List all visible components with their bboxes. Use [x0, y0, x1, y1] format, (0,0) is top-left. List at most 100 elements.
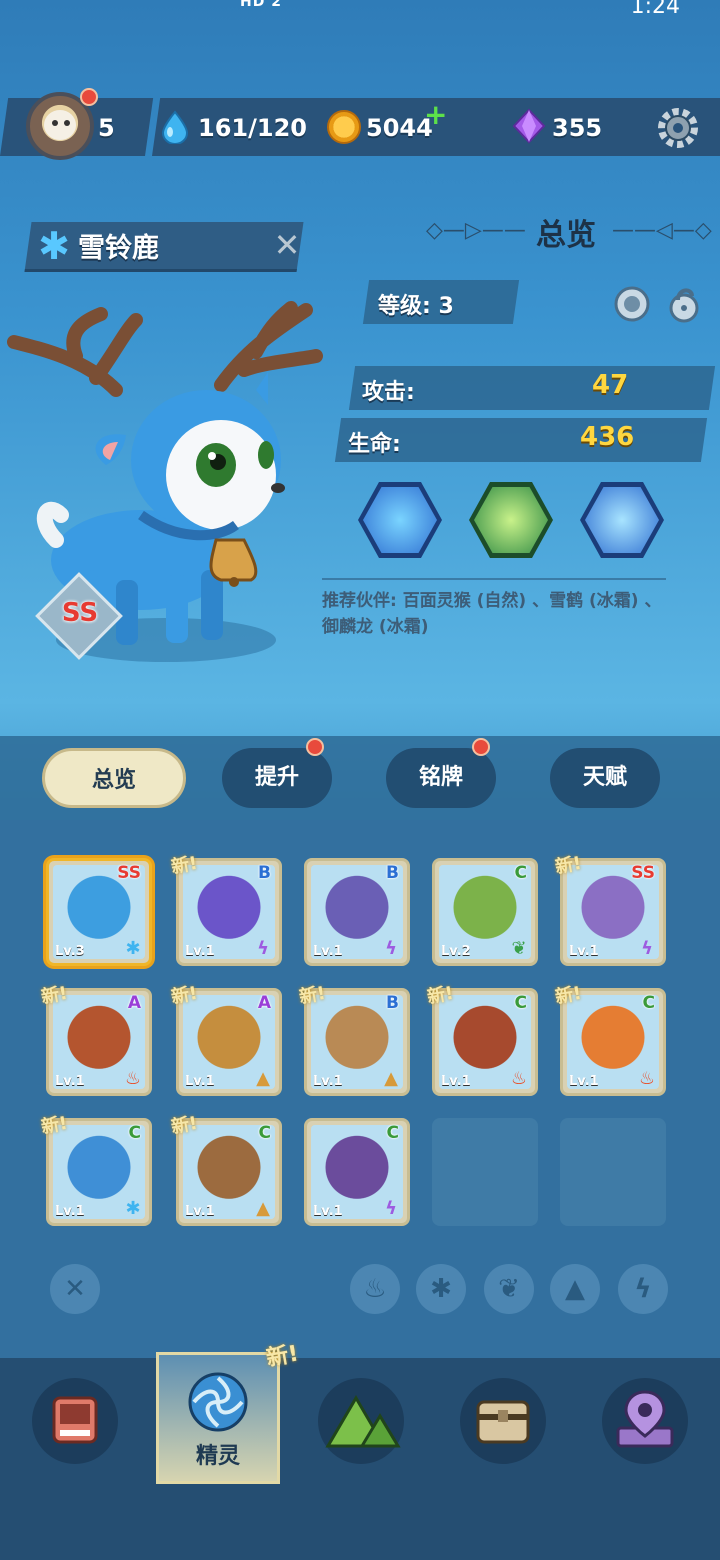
pet-rank: SS: [631, 863, 655, 883]
panel-title: 总览: [536, 218, 596, 253]
pet-level: Lv.1: [55, 1204, 85, 1219]
thunder-element-icon: ϟ: [641, 938, 653, 959]
pet-card[interactable]: C Lv.2 ❦: [432, 858, 538, 966]
mountain-icon: [325, 1395, 401, 1448]
paw-coin-icon: [327, 110, 361, 144]
pet-card[interactable]: C Lv.1 ♨ 新!: [554, 983, 666, 1096]
nav-device-button[interactable]: [32, 1378, 118, 1464]
add-coins-icon[interactable]: +: [424, 98, 447, 131]
status-bar: HD 2 1:24: [0, 0, 720, 22]
earth-element-icon: ▲: [256, 1198, 270, 1219]
pet-rank: C: [514, 993, 527, 1013]
tab-upgrade[interactable]: 提升: [222, 748, 332, 808]
avatar-notification-dot: [80, 88, 98, 106]
ice-element-icon: ✱: [125, 1198, 141, 1219]
map-pin-icon: [616, 1390, 674, 1448]
player-level: 5: [98, 114, 115, 142]
ice-element-icon: ✱: [125, 938, 141, 959]
panel-divider: [322, 578, 666, 580]
chest-icon: [476, 1400, 530, 1444]
pet-rank: C: [258, 1123, 271, 1143]
ring-icon[interactable]: [612, 284, 652, 324]
new-tag: 新!: [297, 982, 328, 1009]
pet-level: Lv.1: [185, 1204, 215, 1219]
clear-filter-button[interactable]: ✕: [50, 1264, 100, 1314]
pet-name: 雪铃鹿: [78, 233, 159, 264]
gem-icon: [512, 108, 546, 144]
nature-element-icon: ❦: [511, 938, 527, 959]
pet-card[interactable]: B Lv.1 ▲ 新!: [298, 983, 410, 1096]
gear-icon[interactable]: [655, 105, 701, 151]
pet-card[interactable]: C Lv.1 ♨ 新!: [426, 983, 538, 1096]
pet-card[interactable]: C Lv.1 ✱ 新!: [40, 1113, 152, 1226]
pet-card[interactable]: B Lv.1 ϟ: [304, 858, 410, 966]
new-tag: 新!: [169, 852, 200, 879]
avatar-face: [44, 110, 76, 140]
energy-counter: 161/120: [198, 114, 307, 142]
new-tag: 新!: [553, 852, 584, 879]
pet-rank: C: [514, 863, 527, 883]
avatar-eye: [52, 120, 58, 126]
thunder-element-icon: ϟ: [385, 938, 397, 959]
hp-value: 436: [580, 422, 635, 452]
pet-grade: SS: [61, 598, 99, 628]
pet-card[interactable]: B Lv.1 ϟ 新!: [170, 853, 282, 966]
pet-level: Lv.1: [441, 1074, 471, 1089]
skill-ice-swirl[interactable]: [580, 482, 664, 558]
fire-element-icon: ♨: [124, 1068, 142, 1089]
coin-counter: 5044: [366, 114, 433, 142]
pet-card[interactable]: SS Lv.3 ✱: [46, 858, 152, 966]
recommended-partners: 推荐伙伴: 百面灵猴 (自然) 、雪鹤 (冰霜) 、御麟龙 (冰霜): [322, 591, 662, 637]
lock-icon[interactable]: [664, 284, 704, 324]
pet-level: Lv.3: [55, 944, 85, 959]
pet-rank: A: [127, 993, 141, 1013]
pet-rank: C: [642, 993, 655, 1013]
upgrade-notification-dot: [306, 738, 324, 756]
device-icon: [52, 1396, 98, 1444]
thunder-element-icon: ϟ: [385, 1198, 397, 1219]
skill-ice-trio[interactable]: [358, 482, 442, 558]
tab-talent[interactable]: 天赋: [550, 748, 660, 808]
new-tag: 新!: [169, 982, 200, 1009]
skill-nature-diamond[interactable]: [469, 482, 553, 558]
pet-card[interactable]: C Lv.1 ▲ 新!: [170, 1113, 282, 1226]
pet-level: Lv.1: [313, 1074, 343, 1089]
nav-backpack-button[interactable]: [460, 1378, 546, 1464]
fire-element-icon: ♨: [638, 1068, 656, 1089]
clock: 1:24: [630, 0, 680, 19]
earth-filter-icon[interactable]: ▲: [550, 1264, 600, 1314]
nameplate-notification-dot: [472, 738, 490, 756]
ice-filter-icon[interactable]: ✱: [416, 1264, 466, 1314]
pet-card[interactable]: C Lv.1 ϟ: [304, 1118, 410, 1226]
title-ornament-left: ◇—▷——: [426, 218, 526, 243]
pet-card[interactable]: A Lv.1 ♨ 新!: [40, 983, 152, 1096]
nav-adventure-button[interactable]: [318, 1378, 404, 1464]
fire-element-icon: ♨: [510, 1068, 528, 1089]
pet-rank: B: [386, 993, 399, 1013]
new-tag: 新!: [39, 982, 70, 1009]
pet-level: Lv.1: [569, 944, 599, 959]
pet-rank: B: [386, 863, 399, 883]
water-drop-icon: [161, 110, 189, 144]
nature-filter-icon[interactable]: ❦: [484, 1264, 534, 1314]
empty-slot: [432, 1118, 538, 1226]
attack-value: 47: [592, 370, 629, 400]
pet-level: Lv.1: [185, 944, 215, 959]
pet-card[interactable]: A Lv.1 ▲ 新!: [170, 983, 282, 1096]
pet-level: Lv.1: [185, 1074, 215, 1089]
thunder-filter-icon[interactable]: ϟ: [618, 1264, 668, 1314]
new-tag: 新!: [39, 1112, 70, 1139]
pet-rank: C: [386, 1123, 399, 1143]
fire-filter-icon[interactable]: ♨: [350, 1264, 400, 1314]
level-text: 等级: 3: [378, 294, 454, 319]
tab-overview[interactable]: 总览: [42, 748, 186, 808]
close-icon[interactable]: ✕: [270, 228, 304, 262]
pet-level: Lv.1: [569, 1074, 599, 1089]
earth-element-icon: ▲: [384, 1068, 398, 1089]
nav-map-button[interactable]: [602, 1378, 688, 1464]
nav-pet-label: 精灵: [195, 1444, 240, 1469]
pet-level: Lv.2: [441, 944, 471, 959]
pet-level: Lv.1: [313, 944, 343, 959]
tab-nameplate[interactable]: 铭牌: [386, 748, 496, 808]
pet-card[interactable]: SS Lv.1 ϟ 新!: [554, 853, 666, 966]
